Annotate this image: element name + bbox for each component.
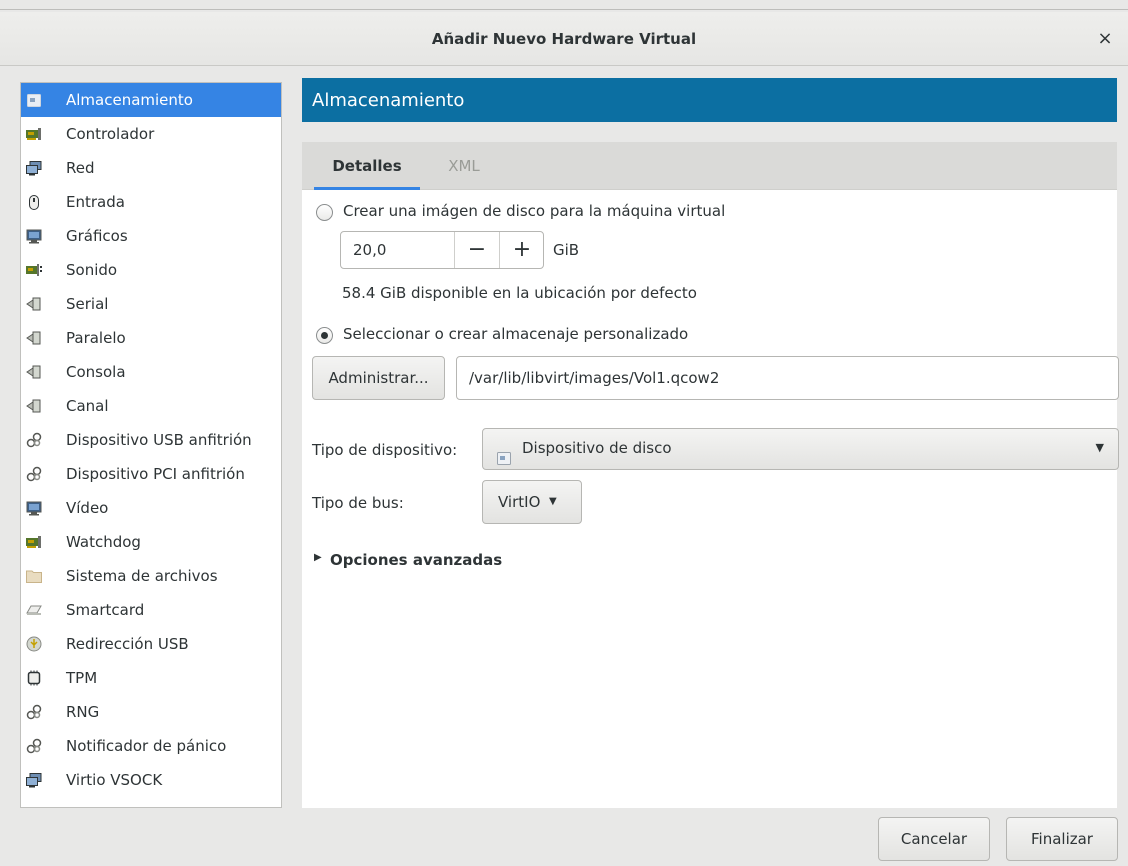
manage-storage-button[interactable]: Administrar... [312, 356, 445, 400]
sidebar-item-dispositivo-usb-anfitrion[interactable]: Dispositivo USB anfitrión [21, 423, 281, 457]
panel-title: Almacenamiento [302, 78, 1117, 122]
rng-device-icon [26, 704, 42, 720]
sidebar-item-watchdog[interactable]: Watchdog [21, 525, 281, 559]
sidebar-item-label: Sonido [66, 261, 118, 279]
sidebar-item-controlador[interactable]: Controlador [21, 117, 281, 151]
bus-type-label: Tipo de bus: [312, 494, 404, 512]
sound-card-icon [26, 262, 42, 278]
close-icon[interactable]: × [1094, 28, 1116, 50]
controller-card-icon [26, 126, 42, 142]
storage-path-input[interactable]: /var/lib/libvirt/images/Vol1.qcow2 [456, 356, 1119, 400]
disk-size-input[interactable]: 20,0 [353, 232, 386, 268]
disk-device-icon [497, 441, 513, 465]
watchdog-card-icon [26, 534, 42, 550]
hardware-type-list: Almacenamiento Controlador Red Entrada G… [20, 82, 282, 808]
network-icon [26, 160, 42, 176]
sidebar-item-serial[interactable]: Serial [21, 287, 281, 321]
dialog-title: Añadir Nuevo Hardware Virtual [431, 30, 697, 48]
smartcard-icon [26, 602, 42, 618]
sidebar-item-label: Entrada [66, 193, 125, 211]
custom-storage-radio[interactable] [316, 327, 333, 344]
radio-selected-dot [321, 332, 328, 339]
sidebar-item-label: Canal [66, 397, 109, 415]
console-port-icon [26, 364, 42, 380]
sidebar-item-label: Serial [66, 295, 109, 313]
usb-redirection-icon [26, 636, 42, 652]
folder-icon [26, 568, 42, 584]
vsock-icon [26, 772, 42, 788]
sidebar-item-label: Redirección USB [66, 635, 189, 653]
bus-type-dropdown[interactable]: VirtIO ▼ [482, 480, 582, 524]
serial-port-icon [26, 296, 42, 312]
custom-storage-label[interactable]: Seleccionar o crear almacenaje personali… [343, 325, 688, 343]
device-type-value: Dispositivo de disco [522, 439, 672, 457]
panic-notifier-icon [26, 738, 42, 754]
sidebar-item-sistema-de-archivos[interactable]: Sistema de archivos [21, 559, 281, 593]
available-space-text: 58.4 GiB disponible en la ubicación por … [342, 284, 697, 302]
sidebar-item-label: Dispositivo USB anfitrión [66, 431, 252, 449]
sidebar-item-label: Gráficos [66, 227, 128, 245]
create-disk-label[interactable]: Crear una imágen de disco para la máquin… [343, 202, 725, 220]
channel-port-icon [26, 398, 42, 414]
bus-type-value: VirtIO [498, 493, 541, 511]
sidebar-item-label: Controlador [66, 125, 155, 143]
sidebar-item-label: Paralelo [66, 329, 126, 347]
sidebar-item-entrada[interactable]: Entrada [21, 185, 281, 219]
sidebar-item-redireccion-usb[interactable]: Redirección USB [21, 627, 281, 661]
sidebar-item-tpm[interactable]: TPM [21, 661, 281, 695]
storage-icon [26, 92, 42, 108]
sidebar-item-rng[interactable]: RNG [21, 695, 281, 729]
decrease-size-button[interactable]: − [454, 232, 499, 268]
dialog-titlebar: Añadir Nuevo Hardware Virtual × [0, 12, 1128, 66]
finish-button[interactable]: Finalizar [1006, 817, 1118, 861]
sidebar-item-consola[interactable]: Consola [21, 355, 281, 389]
sidebar-item-virtio-vsock[interactable]: Virtio VSOCK [21, 763, 281, 797]
caret-down-icon: ▼ [549, 496, 557, 507]
sidebar-item-label: Sistema de archivos [66, 567, 218, 585]
usb-host-device-icon [26, 432, 42, 448]
device-type-dropdown[interactable]: Dispositivo de disco ▼ [482, 428, 1119, 470]
pci-host-device-icon [26, 466, 42, 482]
tab-bar: Detalles XML [302, 142, 1117, 190]
sidebar-item-label: Red [66, 159, 95, 177]
tpm-chip-icon [26, 670, 42, 686]
advanced-options-expander[interactable]: Opciones avanzadas [330, 551, 502, 569]
sidebar-item-canal[interactable]: Canal [21, 389, 281, 423]
sidebar-item-paralelo[interactable]: Paralelo [21, 321, 281, 355]
sidebar-item-label: Watchdog [66, 533, 141, 551]
increase-size-button[interactable]: + [499, 232, 543, 268]
sidebar-item-notificador-de-panico[interactable]: Notificador de pánico [21, 729, 281, 763]
mouse-icon [26, 194, 42, 210]
sidebar-item-label: Consola [66, 363, 126, 381]
sidebar-item-red[interactable]: Red [21, 151, 281, 185]
sidebar-item-label: RNG [66, 703, 100, 721]
sidebar-item-label: Virtio VSOCK [66, 771, 163, 789]
sidebar-item-label: Smartcard [66, 601, 145, 619]
size-unit: GiB [553, 241, 580, 259]
sidebar-item-graficos[interactable]: Gráficos [21, 219, 281, 253]
sidebar-item-label: Almacenamiento [66, 91, 193, 109]
tab-xml[interactable]: XML [434, 142, 494, 190]
tab-detalles[interactable]: Detalles [314, 142, 420, 190]
chevron-down-icon: ▼ [1095, 441, 1104, 454]
sidebar-item-label: Notificador de pánico [66, 737, 227, 755]
hardware-config-panel: Almacenamiento Detalles XML Crear una im… [302, 78, 1119, 808]
video-monitor-icon [26, 500, 42, 516]
expander-arrow-icon[interactable]: ▶ [314, 552, 322, 563]
parallel-port-icon [26, 330, 42, 346]
cancel-button[interactable]: Cancelar [878, 817, 990, 861]
create-disk-radio[interactable] [316, 204, 333, 221]
sidebar-item-video[interactable]: Vídeo [21, 491, 281, 525]
sidebar-item-smartcard[interactable]: Smartcard [21, 593, 281, 627]
device-type-label: Tipo de dispositivo: [312, 441, 458, 459]
sidebar-item-sonido[interactable]: Sonido [21, 253, 281, 287]
sidebar-item-almacenamiento[interactable]: Almacenamiento [21, 83, 281, 117]
sidebar-item-label: Dispositivo PCI anfitrión [66, 465, 245, 483]
panel-spacer [302, 122, 1117, 142]
sidebar-item-label: Vídeo [66, 499, 109, 517]
monitor-icon [26, 228, 42, 244]
sidebar-item-dispositivo-pci-anfitrion[interactable]: Dispositivo PCI anfitrión [21, 457, 281, 491]
sidebar-item-label: TPM [66, 669, 98, 687]
disk-size-spinbutton: 20,0 − + [340, 231, 544, 269]
